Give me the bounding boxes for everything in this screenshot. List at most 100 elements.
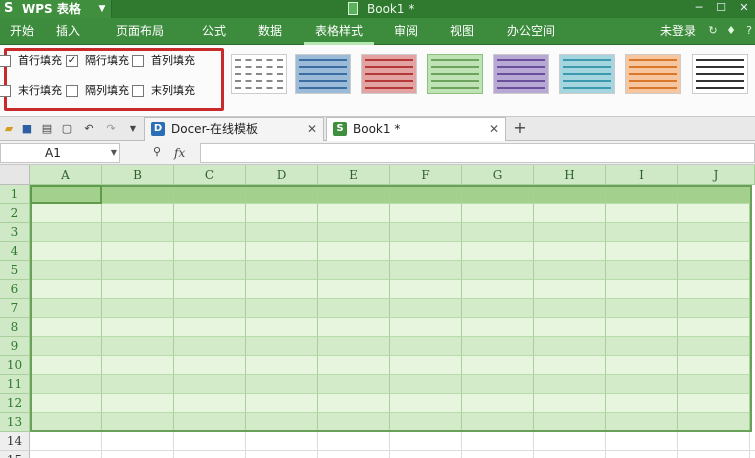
cell-B14[interactable] — [102, 432, 174, 451]
table-style-thumbnail[interactable] — [295, 54, 351, 94]
cell-E2[interactable] — [318, 204, 390, 223]
row-header-4[interactable]: 4 — [0, 242, 30, 261]
app-menu-button[interactable]: S WPS 表格 ▼ — [0, 0, 112, 18]
cell-H5[interactable] — [534, 261, 606, 280]
column-header-A[interactable]: A — [30, 165, 102, 185]
cell-F14[interactable] — [390, 432, 462, 451]
cell-D1[interactable] — [246, 185, 318, 204]
new-tab-button[interactable]: + — [510, 117, 530, 141]
cell-C4[interactable] — [174, 242, 246, 261]
minimize-button[interactable]: ─ — [688, 0, 710, 18]
row-header-15[interactable]: 15 — [0, 451, 30, 458]
cell-J10[interactable] — [678, 356, 750, 375]
cell-D4[interactable] — [246, 242, 318, 261]
cell-I11[interactable] — [606, 375, 678, 394]
cell-I15[interactable] — [606, 451, 678, 458]
cell-C15[interactable] — [174, 451, 246, 458]
cell-C7[interactable] — [174, 299, 246, 318]
cell-J12[interactable] — [678, 394, 750, 413]
cell-G2[interactable] — [462, 204, 534, 223]
cell-B13[interactable] — [102, 413, 174, 432]
row-header-10[interactable]: 10 — [0, 356, 30, 375]
column-header-I[interactable]: I — [606, 165, 678, 185]
cell-A6[interactable] — [30, 280, 102, 299]
cell-B2[interactable] — [102, 204, 174, 223]
row-header-14[interactable]: 14 — [0, 432, 30, 451]
cell-F5[interactable] — [390, 261, 462, 280]
cell-G6[interactable] — [462, 280, 534, 299]
cell-C2[interactable] — [174, 204, 246, 223]
cell-E6[interactable] — [318, 280, 390, 299]
formula-input[interactable] — [200, 143, 755, 163]
cell-J7[interactable] — [678, 299, 750, 318]
cell-J8[interactable] — [678, 318, 750, 337]
cell-G12[interactable] — [462, 394, 534, 413]
cell-A15[interactable] — [30, 451, 102, 458]
cell-D14[interactable] — [246, 432, 318, 451]
row-header-1[interactable]: 1 — [0, 185, 30, 204]
table-style-thumbnail[interactable] — [493, 54, 549, 94]
cell-E7[interactable] — [318, 299, 390, 318]
save-icon[interactable]: ■ — [20, 122, 34, 136]
cell-A13[interactable] — [30, 413, 102, 432]
cell-C8[interactable] — [174, 318, 246, 337]
row-header-13[interactable]: 13 — [0, 413, 30, 432]
cell-B15[interactable] — [102, 451, 174, 458]
close-icon[interactable]: ✕ — [307, 118, 317, 141]
tab-docer[interactable]: D Docer-在线模板 ✕ — [144, 117, 324, 141]
cell-B11[interactable] — [102, 375, 174, 394]
cell-J1[interactable] — [678, 185, 750, 204]
cell-I8[interactable] — [606, 318, 678, 337]
cell-J3[interactable] — [678, 223, 750, 242]
cell-E3[interactable] — [318, 223, 390, 242]
cell-I7[interactable] — [606, 299, 678, 318]
close-button[interactable]: ✕ — [733, 0, 755, 18]
cell-I6[interactable] — [606, 280, 678, 299]
column-header-E[interactable]: E — [318, 165, 390, 185]
cell-A7[interactable] — [30, 299, 102, 318]
cell-I1[interactable] — [606, 185, 678, 204]
open-folder-icon[interactable]: ▰ — [2, 122, 16, 136]
cell-J9[interactable] — [678, 337, 750, 356]
column-header-F[interactable]: F — [390, 165, 462, 185]
cell-B3[interactable] — [102, 223, 174, 242]
menu-home[interactable]: 开始 — [0, 18, 44, 45]
cell-I2[interactable] — [606, 204, 678, 223]
cell-H2[interactable] — [534, 204, 606, 223]
name-box[interactable]: A1 ▼ — [0, 143, 120, 163]
cell-A11[interactable] — [30, 375, 102, 394]
chevron-down-icon[interactable]: ▼ — [126, 122, 140, 136]
chevron-down-icon[interactable]: ▼ — [111, 144, 117, 162]
table-style-thumbnail[interactable] — [625, 54, 681, 94]
table-style-thumbnail[interactable] — [692, 54, 748, 94]
cell-J15[interactable] — [678, 451, 750, 458]
cell-E12[interactable] — [318, 394, 390, 413]
menu-review[interactable]: 审阅 — [382, 18, 430, 45]
cell-G10[interactable] — [462, 356, 534, 375]
maximize-button[interactable]: ☐ — [710, 0, 732, 18]
cell-C10[interactable] — [174, 356, 246, 375]
cell-I14[interactable] — [606, 432, 678, 451]
cell-A8[interactable] — [30, 318, 102, 337]
row-header-7[interactable]: 7 — [0, 299, 30, 318]
cell-J14[interactable] — [678, 432, 750, 451]
cell-E10[interactable] — [318, 356, 390, 375]
cell-F9[interactable] — [390, 337, 462, 356]
cell-G5[interactable] — [462, 261, 534, 280]
cell-D11[interactable] — [246, 375, 318, 394]
undo-icon[interactable]: ↶ — [82, 122, 96, 136]
refresh-icon[interactable]: ↻ — [706, 24, 720, 38]
cell-D13[interactable] — [246, 413, 318, 432]
menu-table-style[interactable]: 表格样式 — [304, 18, 374, 45]
cell-E14[interactable] — [318, 432, 390, 451]
cell-I4[interactable] — [606, 242, 678, 261]
print-preview-icon[interactable]: ▢ — [60, 122, 74, 136]
cell-F7[interactable] — [390, 299, 462, 318]
search-icon[interactable]: ⚲ — [150, 145, 164, 159]
menu-formulas[interactable]: 公式 — [190, 18, 238, 45]
cell-G11[interactable] — [462, 375, 534, 394]
checkbox[interactable] — [0, 85, 11, 97]
cell-I13[interactable] — [606, 413, 678, 432]
cell-J13[interactable] — [678, 413, 750, 432]
cell-C5[interactable] — [174, 261, 246, 280]
